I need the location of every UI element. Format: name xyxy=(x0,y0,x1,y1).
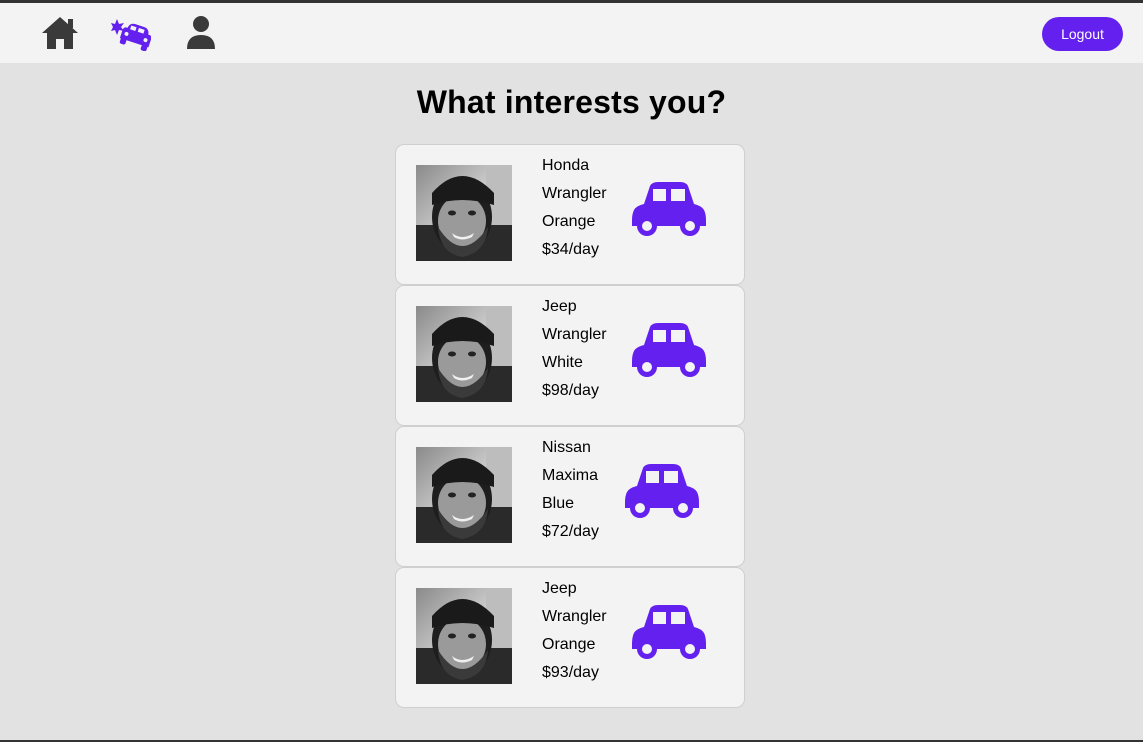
owner-photo xyxy=(416,165,512,261)
listing-list: Honda Wrangler Orange $34/day Jeep Wrang… xyxy=(395,144,745,708)
listing-model: Wrangler xyxy=(542,185,607,202)
listing-price: $93/day xyxy=(542,664,599,681)
listing-color: Orange xyxy=(542,213,596,230)
listing-model: Wrangler xyxy=(542,608,607,625)
car-icon xyxy=(628,178,710,238)
user-icon[interactable] xyxy=(181,15,221,51)
listing-card[interactable]: Jeep Wrangler Orange $93/day xyxy=(395,567,745,708)
owner-photo xyxy=(416,588,512,684)
listing-card[interactable]: Honda Wrangler Orange $34/day xyxy=(395,144,745,285)
listing-color: Blue xyxy=(542,495,575,512)
listing-make: Nissan xyxy=(542,439,591,456)
owner-photo xyxy=(416,447,512,543)
logout-button[interactable]: Logout xyxy=(1042,17,1123,51)
listing-card[interactable]: Jeep Wrangler White $98/day xyxy=(395,285,745,426)
listing-make: Jeep xyxy=(542,580,577,597)
car-icon xyxy=(628,601,710,661)
listing-make: Jeep xyxy=(542,298,577,315)
car-crash-icon[interactable] xyxy=(111,15,151,51)
listing-info: Honda Wrangler Orange $34/day xyxy=(542,152,607,264)
owner-photo xyxy=(416,306,512,402)
listing-make: Honda xyxy=(542,157,590,174)
car-icon xyxy=(621,460,703,520)
listing-info: Nissan Maxima Blue $72/day xyxy=(542,434,599,546)
listing-price: $34/day xyxy=(542,241,599,258)
car-icon xyxy=(628,319,710,379)
top-navbar: Logout xyxy=(0,3,1143,63)
home-icon[interactable] xyxy=(40,15,80,51)
listing-price: $72/day xyxy=(542,523,599,540)
listing-info: Jeep Wrangler Orange $93/day xyxy=(542,575,607,687)
listing-color: Orange xyxy=(542,636,596,653)
listing-model: Maxima xyxy=(542,467,599,484)
listing-info: Jeep Wrangler White $98/day xyxy=(542,293,607,405)
listing-price: $98/day xyxy=(542,382,599,399)
listing-color: White xyxy=(542,354,583,371)
page-title: What interests you? xyxy=(416,84,727,120)
listing-card[interactable]: Nissan Maxima Blue $72/day xyxy=(395,426,745,567)
listing-model: Wrangler xyxy=(542,326,607,343)
